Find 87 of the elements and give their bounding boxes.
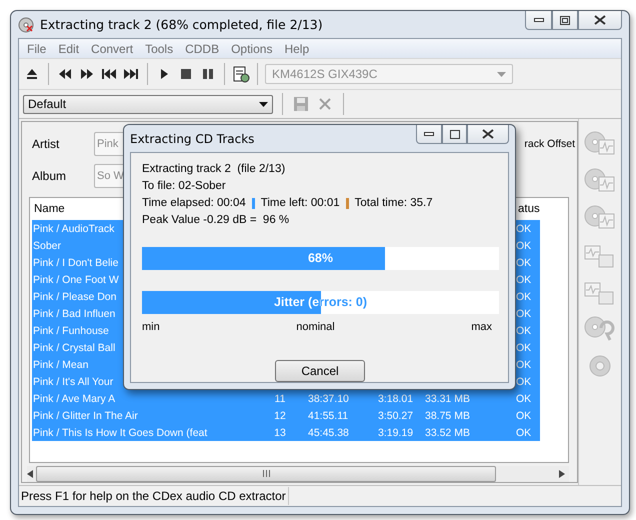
track-status: OK <box>516 358 532 371</box>
track-status: OK <box>516 290 532 303</box>
caret-icon <box>497 72 506 76</box>
menu-item[interactable]: Convert <box>85 42 140 56</box>
album-label: Album <box>32 168 68 183</box>
maximize-icon <box>560 16 570 24</box>
close-button[interactable] <box>578 11 622 30</box>
profile-select[interactable]: Default <box>23 94 273 114</box>
close-button[interactable] <box>467 125 509 144</box>
album-field[interactable]: So W <box>94 164 125 188</box>
info-text: Extracting track 2 (file 2/13) <box>142 162 286 177</box>
track-name: Pink / Please Don <box>32 290 116 303</box>
track-row[interactable]: Pink / This Is How It Goes Down (feat 13 45:45.38 3:19.19 33.52 MB OK <box>32 424 540 442</box>
maximize-button[interactable] <box>552 11 578 30</box>
column-header[interactable]: atus <box>516 198 556 220</box>
window-title: Extracting track 2 (68% completed, file 2/13) <box>40 17 323 32</box>
artist-field[interactable]: Pink <box>94 132 125 156</box>
minimize-button[interactable] <box>525 11 552 30</box>
menu-item[interactable]: CDDB <box>179 42 226 56</box>
table-cell-text: 3:50.27 <box>377 410 414 422</box>
track-name: Pink / Ave Mary A <box>32 392 116 405</box>
horizontal-scrollbar[interactable] <box>27 466 569 482</box>
track-status: OK <box>516 222 532 235</box>
table-cell-text: 41:55.11 <box>307 410 350 422</box>
scroll-right-icon[interactable] <box>559 470 565 478</box>
table-cell-text: 3:19.19 <box>377 426 414 439</box>
table-cell-text: 33.31 MB <box>425 392 471 405</box>
scale-label: max <box>471 321 492 333</box>
track-name: Pink / Bad Influen <box>32 308 116 320</box>
minimize-icon <box>424 132 434 136</box>
menu-item[interactable]: Edit <box>52 42 86 56</box>
minimize-button[interactable] <box>416 125 442 144</box>
track-status: OK <box>516 256 532 269</box>
maximize-icon <box>450 130 460 138</box>
table-cell-text: 38.75 MB <box>425 410 471 422</box>
table-cell-text: 45:45.38 <box>307 426 350 439</box>
artist-label: Artist <box>32 136 60 151</box>
peak-text: Peak Value -0.29 dB = 96 % <box>142 213 290 228</box>
maximize-button[interactable] <box>442 125 467 144</box>
table-cell-text: 3:18.01 <box>377 392 414 405</box>
close-icon <box>482 129 494 139</box>
table-cell-text: 11 <box>274 392 286 405</box>
track-name: Pink / This Is How It Goes Down (feat <box>32 426 208 439</box>
table-cell-text: 13 <box>273 426 287 439</box>
status-text: Press F1 for help on the CDex audio CD extractor <box>19 487 289 505</box>
track-status: OK <box>516 274 532 286</box>
track-status: OK <box>516 342 532 354</box>
info-text: To file: 02-Sober <box>142 179 226 194</box>
track-status: OK <box>516 324 532 337</box>
menu-item[interactable]: Help <box>278 42 316 56</box>
table-cell-text: 33.52 MB <box>425 426 471 439</box>
time-text: Total time: 35.7 <box>354 196 433 211</box>
dialog-title: Extracting CD Tracks <box>130 132 254 146</box>
menu-item[interactable]: Options <box>225 42 278 56</box>
track-row[interactable]: Pink / Glitter In The Air 12 41:55.11 3:50.27 38.75 MB OK <box>32 407 540 424</box>
track-name: Pink / It's All Your <box>32 376 114 388</box>
track-offset-label: rack Offset <box>524 138 575 150</box>
cancel-button[interactable]: Cancel <box>275 360 365 382</box>
scroll-left-icon[interactable] <box>27 470 33 478</box>
track-name: Pink / Glitter In The Air <box>32 410 138 422</box>
track-name: Pink / Mean <box>32 358 88 371</box>
time-text: Time elapsed: 00:04 <box>142 196 246 211</box>
track-name: Pink / I Don't Belie <box>32 256 118 269</box>
track-status: OK <box>516 426 532 439</box>
menu-item[interactable]: Tools <box>139 42 180 56</box>
track-name: Pink / One Foot W <box>32 274 119 286</box>
menu-item[interactable]: File <box>21 42 52 56</box>
track-status: OK <box>516 410 532 422</box>
time-text: Time left: 00:01 <box>260 196 340 211</box>
track-name: Pink / Crystal Ball <box>32 342 116 354</box>
track-status: OK <box>516 308 532 320</box>
track-status: OK <box>516 392 532 405</box>
scale-label: nominal <box>296 321 335 333</box>
minimize-icon <box>534 18 544 22</box>
track-name: Pink / Funhouse <box>32 324 109 337</box>
close-icon <box>594 15 606 25</box>
scale-label: min <box>142 321 160 333</box>
track-name: Sober <box>32 240 62 252</box>
table-cell-text: 12 <box>273 410 287 422</box>
disc-icon <box>18 16 34 32</box>
track-name: Pink / AudioTrack <box>32 222 114 235</box>
track-status: OK <box>516 376 532 388</box>
track-status: OK <box>516 240 532 252</box>
table-cell-text: 38:37.10 <box>307 392 350 405</box>
caret-icon <box>259 102 268 106</box>
scroll-thumb[interactable] <box>36 466 496 482</box>
track-row[interactable]: Pink / Ave Mary A 11 38:37.10 3:18.01 33.31 MB OK <box>32 390 540 408</box>
